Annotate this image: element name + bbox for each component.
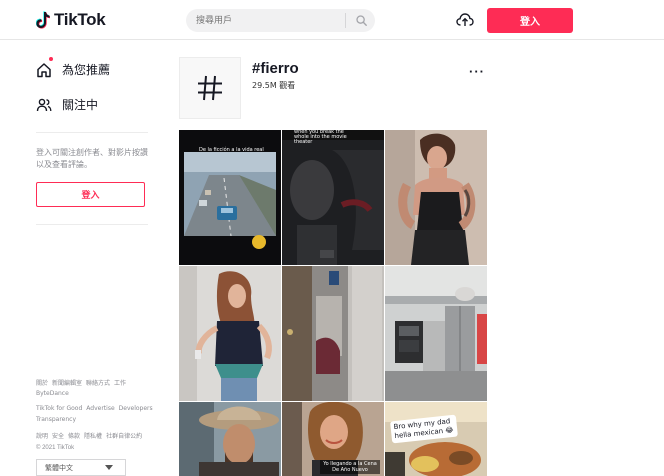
- video-grid: De la ficción a la vida real when you br…: [179, 130, 487, 476]
- home-icon: [37, 62, 51, 77]
- search-button[interactable]: [350, 10, 372, 30]
- footer-link[interactable]: TikTok for Good: [36, 405, 82, 412]
- top-bar: TikTok 登入: [0, 0, 664, 40]
- footer-links-row: Transparency: [36, 416, 76, 423]
- more-options-icon[interactable]: ···: [469, 64, 485, 79]
- video-thumbnail[interactable]: [385, 266, 487, 401]
- notification-dot: [49, 56, 53, 61]
- tiktok-logo[interactable]: TikTok: [36, 10, 106, 30]
- language-select[interactable]: 繁體中文: [36, 459, 126, 476]
- sidebar-item-label: 為您推薦: [62, 63, 111, 77]
- video-caption: Yo llegando a la Cena De Año Nuevo: [320, 460, 380, 474]
- footer-links-row: ByteDance: [36, 390, 69, 397]
- language-value: 繁體中文: [45, 464, 73, 472]
- video-thumbnail-image: [385, 266, 487, 401]
- footer-link[interactable]: 隱私權: [84, 431, 102, 440]
- video-caption: when you break the whole into the movie …: [294, 130, 347, 145]
- video-thumbnail-image: [179, 402, 281, 476]
- home-icon-wrap: [36, 56, 53, 78]
- sidebar-item-for-you[interactable]: 為您推薦: [36, 56, 111, 78]
- sidebar-divider: [36, 132, 148, 133]
- video-thumbnail[interactable]: [282, 266, 384, 401]
- footer-links-row: TikTok for Good Advertise Developers: [36, 405, 153, 412]
- footer-link[interactable]: ByteDance: [36, 390, 69, 397]
- footer-link[interactable]: 關於: [36, 378, 48, 387]
- video-thumbnail[interactable]: De la ficción a la vida real: [179, 130, 281, 265]
- footer-link[interactable]: Developers: [119, 405, 153, 412]
- video-thumbnail[interactable]: [385, 130, 487, 265]
- chevron-down-icon: [105, 465, 113, 470]
- sidebar-login-button[interactable]: 登入: [36, 182, 145, 207]
- footer-link[interactable]: 條款: [68, 431, 80, 440]
- footer-link[interactable]: Advertise: [86, 405, 114, 412]
- video-thumbnail-image: [282, 130, 384, 265]
- footer-link[interactable]: 聯絡方式: [86, 378, 110, 387]
- view-count: 29.5M 觀看: [252, 81, 296, 90]
- search-bar: [186, 9, 375, 32]
- video-thumbnail[interactable]: Yo llegando a la Cena De Año Nuevo: [282, 402, 384, 476]
- tiktok-note-icon: [36, 11, 50, 29]
- logo-wordmark: TikTok: [54, 10, 106, 29]
- sidebar-divider: [36, 224, 148, 225]
- video-thumbnail[interactable]: [179, 266, 281, 401]
- footer-links-row: 說明 安全 條款 隱私權 社群自律公約: [36, 431, 142, 440]
- login-button[interactable]: 登入: [487, 8, 573, 33]
- video-thumbnail-image: [179, 266, 281, 401]
- footer-link[interactable]: 新聞編輯室: [52, 378, 82, 387]
- search-divider: [345, 13, 346, 28]
- hashtag-icon: [198, 75, 222, 101]
- video-thumbnail[interactable]: Bro why my dad hella mexican 😂: [385, 402, 487, 476]
- copyright-text: © 2021 TikTok: [36, 445, 75, 451]
- search-icon: [355, 14, 367, 26]
- sidebar-item-following[interactable]: 關注中: [36, 96, 98, 113]
- login-prompt-text: 登入可關注創作者、對影片按讚以及查看評論。: [36, 148, 148, 169]
- video-thumbnail-image: [282, 266, 384, 401]
- video-thumbnail[interactable]: [179, 402, 281, 476]
- footer-link[interactable]: Transparency: [36, 416, 76, 423]
- upload-cloud-icon[interactable]: [456, 12, 474, 28]
- footer-link[interactable]: 安全: [52, 431, 64, 440]
- video-caption: De la ficción a la vida real: [199, 147, 264, 153]
- video-thumbnail[interactable]: when you break the whole into the movie …: [282, 130, 384, 265]
- sidebar-item-label: 關注中: [62, 98, 99, 112]
- video-thumbnail-image: [385, 130, 487, 265]
- sidebar: 為您推薦 關注中 登入可關注創作者、對影片按讚以及查看評論。 登入 關於 新聞編…: [0, 40, 160, 476]
- page-title: #fierro: [252, 60, 299, 77]
- footer-link[interactable]: 說明: [36, 431, 48, 440]
- hashtag-avatar: [179, 57, 241, 119]
- footer-link[interactable]: 社群自律公約: [106, 431, 142, 440]
- users-icon: [36, 98, 52, 111]
- footer-links-row: 關於 新聞編輯室 聯絡方式 工作: [36, 378, 126, 387]
- footer-link[interactable]: 工作: [114, 378, 126, 387]
- search-input[interactable]: [196, 12, 341, 29]
